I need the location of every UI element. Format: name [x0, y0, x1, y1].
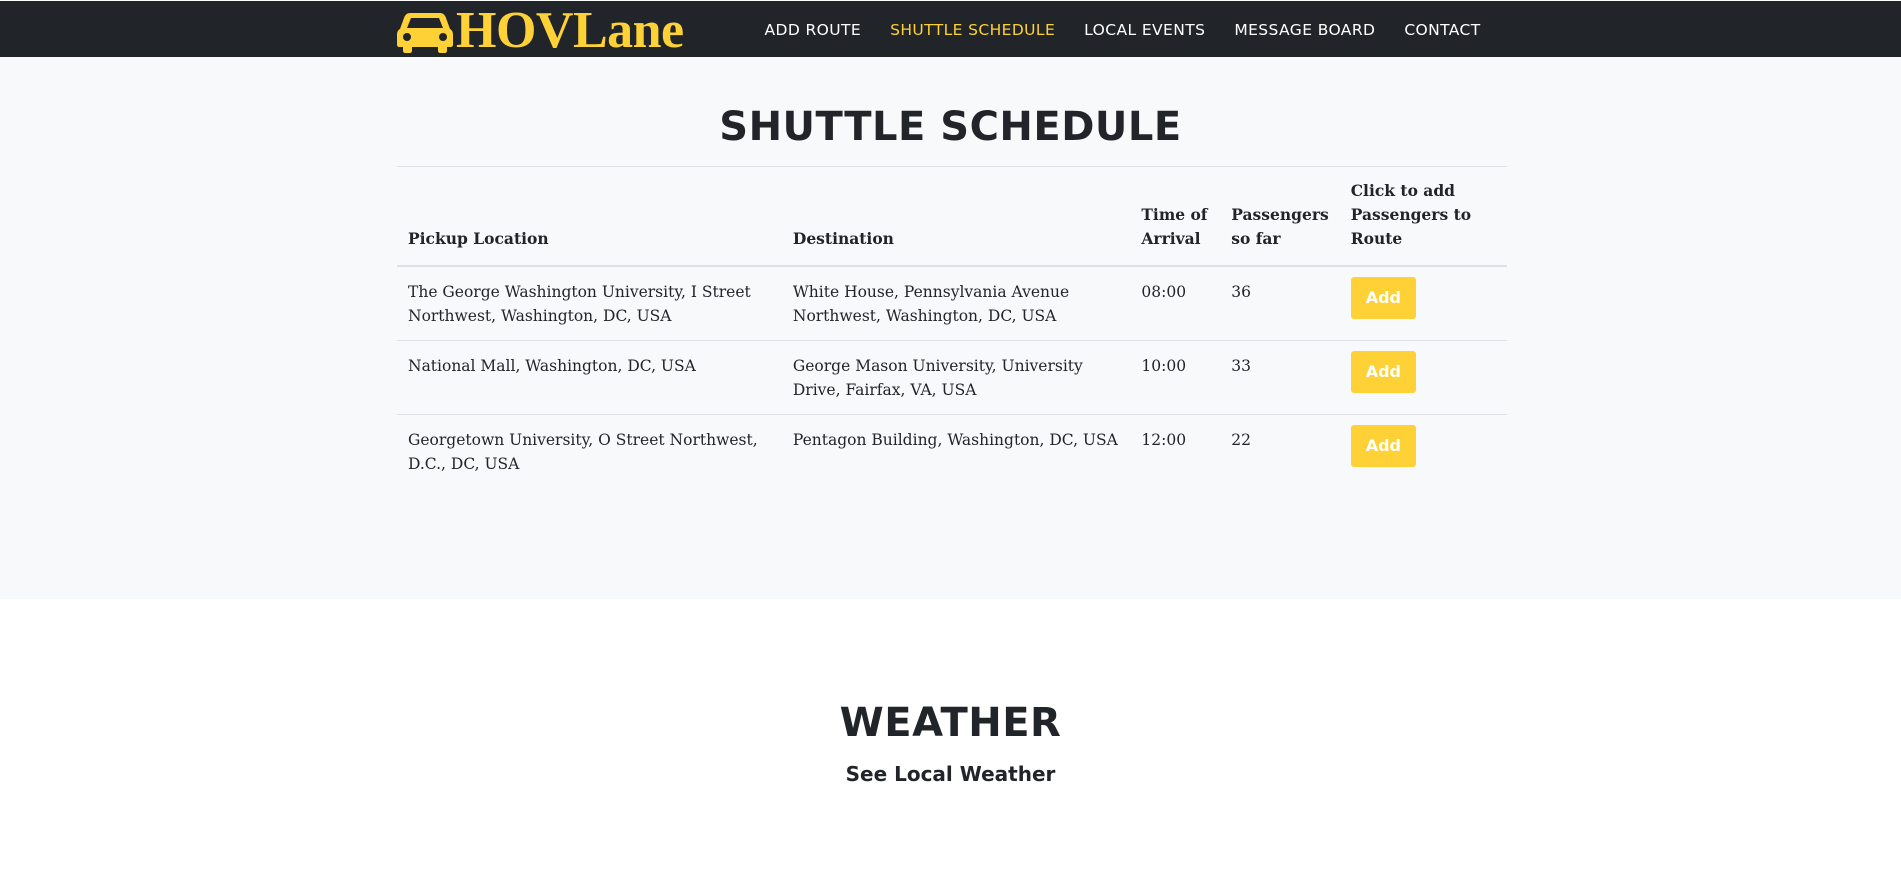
brand-logo[interactable]: HOVLane [396, 5, 684, 57]
schedule-table: Pickup Location Destination Time of Arri… [397, 166, 1507, 488]
add-passenger-button[interactable]: Add [1350, 351, 1417, 393]
cell-time: 08:00 [1141, 283, 1187, 301]
weather-subtitle: See Local Weather [845, 762, 1056, 786]
cell-passengers: 36 [1231, 283, 1251, 301]
schedule-title: SHUTTLE SCHEDULE [719, 104, 1182, 150]
header-pickup: Pickup Location [397, 166, 782, 267]
nav-add-route[interactable]: ADD ROUTE [750, 21, 876, 39]
navbar: HOVLane ADD ROUTE SHUTTLE SCHEDULE LOCAL… [0, 0, 1901, 57]
cell-pickup: National Mall, Washington, DC, USA [397, 340, 782, 415]
nav-contact[interactable]: CONTACT [1390, 21, 1495, 39]
add-passenger-button[interactable]: Add [1350, 277, 1417, 319]
cell-pickup: The George Washington University, I Stre… [408, 283, 751, 325]
cell-destination: Pentagon Building, Washington, DC, USA [781, 414, 1131, 488]
nav-shuttle-schedule[interactable]: SHUTTLE SCHEDULE [876, 21, 1070, 39]
cell-action: Add [1339, 340, 1507, 415]
brand-name: HOVLane [456, 2, 684, 59]
cell-time: 12:00 [1130, 414, 1221, 488]
cell-passengers: 33 [1220, 340, 1340, 415]
header-time: Time of Arrival [1130, 166, 1221, 267]
cell-action: Add [1340, 266, 1507, 341]
header-destination: Destination [781, 166, 1131, 267]
add-passenger-button[interactable]: Add [1350, 425, 1417, 467]
table-row: The George Washington University, I Stre… [397, 266, 1507, 341]
cell-action: Add [1339, 414, 1507, 488]
cell-destination: White House, Pennsylvania Avenue Northwe… [792, 283, 1070, 325]
table-header-row: Pickup Location Destination Time of Arri… [397, 166, 1507, 267]
cell-time: 10:00 [1130, 340, 1221, 415]
header-passengers: Passengers so far [1220, 166, 1340, 267]
nav-local-events[interactable]: LOCAL EVENTS [1070, 21, 1220, 39]
table-row: National Mall, Washington, DC, USA Georg… [397, 340, 1507, 415]
car-icon [396, 9, 454, 53]
header-action: Click to add Passengers to Route [1339, 166, 1507, 267]
table-row: Georgetown University, O Street Northwes… [397, 414, 1507, 488]
cell-destination: George Mason University, University Driv… [781, 340, 1131, 415]
nav-menu: ADD ROUTE SHUTTLE SCHEDULE LOCAL EVENTS … [750, 1, 1901, 58]
weather-title: WEATHER [839, 700, 1062, 746]
cell-pickup: Georgetown University, O Street Northwes… [397, 414, 782, 488]
nav-message-board[interactable]: MESSAGE BOARD [1220, 21, 1390, 39]
cell-passengers: 22 [1220, 414, 1340, 488]
